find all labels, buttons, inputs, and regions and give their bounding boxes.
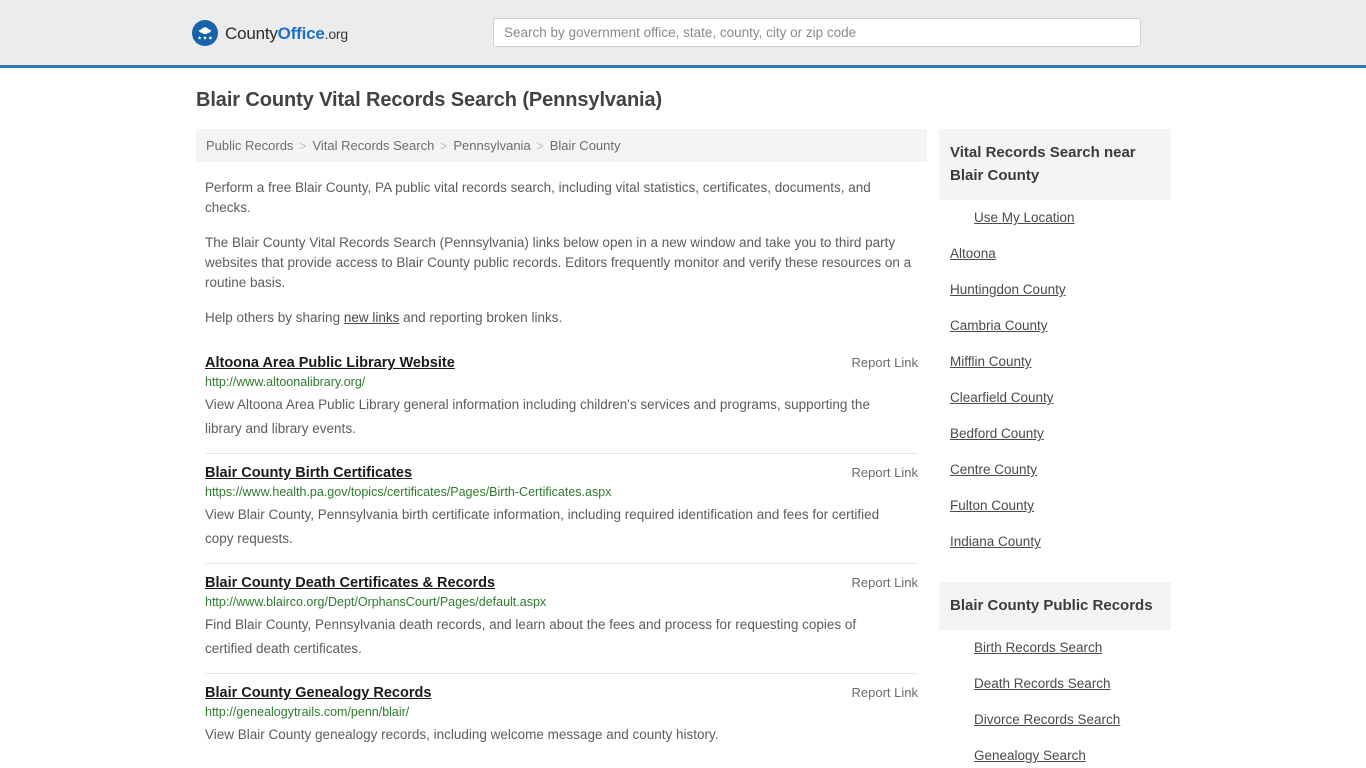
report-link-button[interactable]: Report Link	[832, 355, 918, 370]
intro-paragraph-3: Help others by sharing new links and rep…	[205, 308, 918, 328]
result-url[interactable]: http://www.blairco.org/Dept/OrphansCourt…	[205, 594, 918, 611]
breadcrumb-item-blair-county[interactable]: Blair County	[550, 138, 621, 153]
sidebar-item-mifflin-county[interactable]: Mifflin County	[939, 344, 1171, 380]
list-item: Death Records Search	[939, 666, 1171, 702]
site-header: CountyOffice.org	[0, 0, 1366, 68]
list-item: Divorce Records Search	[939, 702, 1171, 738]
list-item: Centre County	[939, 452, 1171, 488]
sidebar-item-bedford-county[interactable]: Bedford County	[939, 416, 1171, 452]
breadcrumb-separator: >	[536, 138, 544, 153]
table-row: Blair County Genealogy Records Report Li…	[205, 673, 918, 759]
list-item: Birth Records Search	[939, 630, 1171, 666]
list-item: Genealogy Search	[939, 738, 1171, 768]
result-description: View Blair County, Pennsylvania birth ce…	[205, 507, 880, 546]
breadcrumb-item-public-records[interactable]: Public Records	[206, 138, 293, 153]
main-column: Public Records > Vital Records Search > …	[196, 129, 927, 759]
sidebar-item-divorce-records-search[interactable]: Divorce Records Search	[939, 702, 1171, 738]
sidebar: Vital Records Search near Blair County U…	[939, 129, 1171, 768]
result-title-link[interactable]: Blair County Genealogy Records	[205, 685, 431, 701]
report-link-button[interactable]: Report Link	[832, 685, 918, 700]
intro-p3-after: and reporting broken links.	[399, 310, 563, 325]
table-row: Altoona Area Public Library Website Repo…	[205, 345, 918, 453]
results-list: Altoona Area Public Library Website Repo…	[196, 345, 927, 759]
sidebar-item-fulton-county[interactable]: Fulton County	[939, 488, 1171, 524]
result-header: Blair County Genealogy Records Report Li…	[205, 685, 918, 701]
sidebar-item-indiana-county[interactable]: Indiana County	[939, 524, 1171, 560]
table-row: Blair County Death Certificates & Record…	[205, 563, 918, 673]
list-item: Indiana County	[939, 524, 1171, 560]
breadcrumb: Public Records > Vital Records Search > …	[196, 129, 927, 162]
sidebar-block-public-records: Blair County Public Records Birth Record…	[939, 582, 1171, 768]
sidebar-item-death-records-search[interactable]: Death Records Search	[939, 666, 1171, 702]
result-url[interactable]: http://genealogytrails.com/penn/blair/	[205, 704, 918, 721]
eagle-stars-badge-icon	[192, 20, 218, 46]
table-row: Blair County Birth Certificates Report L…	[205, 453, 918, 563]
result-header: Blair County Birth Certificates Report L…	[205, 465, 918, 481]
logo-text-county: County	[225, 23, 278, 43]
sidebar-item-clearfield-county[interactable]: Clearfield County	[939, 380, 1171, 416]
breadcrumb-item-pennsylvania[interactable]: Pennsylvania	[453, 138, 530, 153]
sidebar-item-genealogy-search[interactable]: Genealogy Search	[939, 738, 1171, 768]
site-logo[interactable]: CountyOffice.org	[192, 20, 348, 46]
logo-text-office: Office	[277, 23, 325, 43]
intro-text: Perform a free Blair County, PA public v…	[196, 178, 927, 328]
list-item: Cambria County	[939, 308, 1171, 344]
result-header: Altoona Area Public Library Website Repo…	[205, 355, 918, 371]
breadcrumb-item-vital-records-search[interactable]: Vital Records Search	[312, 138, 434, 153]
result-url[interactable]: http://www.altoonalibrary.org/	[205, 374, 918, 391]
sidebar-item-birth-records-search[interactable]: Birth Records Search	[939, 630, 1171, 666]
list-item: Altoona	[939, 236, 1171, 272]
sidebar-heading-nearby: Vital Records Search near Blair County	[939, 129, 1171, 200]
new-links-link[interactable]: new links	[344, 310, 400, 325]
result-title-link[interactable]: Altoona Area Public Library Website	[205, 355, 455, 371]
intro-paragraph-1: Perform a free Blair County, PA public v…	[205, 180, 871, 215]
logo-text-org: .org	[324, 25, 349, 42]
list-item: Mifflin County	[939, 344, 1171, 380]
breadcrumb-separator: >	[299, 138, 307, 153]
sidebar-block-nearby: Vital Records Search near Blair County U…	[939, 129, 1171, 560]
list-item: Use My Location	[939, 200, 1171, 236]
search-input[interactable]	[493, 18, 1141, 47]
list-item: Fulton County	[939, 488, 1171, 524]
content-columns: Public Records > Vital Records Search > …	[196, 129, 1366, 768]
list-item: Bedford County	[939, 416, 1171, 452]
sidebar-public-records-list: Birth Records Search Death Records Searc…	[939, 630, 1171, 768]
sidebar-item-altoona[interactable]: Altoona	[939, 236, 1171, 272]
result-title-link[interactable]: Blair County Birth Certificates	[205, 465, 412, 481]
sidebar-item-cambria-county[interactable]: Cambria County	[939, 308, 1171, 344]
report-link-button[interactable]: Report Link	[832, 575, 918, 590]
page-title: Blair County Vital Records Search (Penns…	[196, 89, 663, 111]
sidebar-item-centre-county[interactable]: Centre County	[939, 452, 1171, 488]
result-url[interactable]: https://www.health.pa.gov/topics/certifi…	[205, 484, 918, 501]
intro-p3-before: Help others by sharing	[205, 310, 344, 325]
page-body: Blair County Vital Records Search (Penns…	[0, 68, 1366, 768]
result-header: Blair County Death Certificates & Record…	[205, 575, 918, 591]
result-description: View Blair County genealogy records, inc…	[205, 727, 719, 742]
result-description: View Altoona Area Public Library general…	[205, 397, 870, 436]
report-link-button[interactable]: Report Link	[832, 465, 918, 480]
logo-wordmark: CountyOffice.org	[225, 25, 348, 42]
list-item: Huntingdon County	[939, 272, 1171, 308]
result-title-link[interactable]: Blair County Death Certificates & Record…	[205, 575, 495, 591]
list-item: Clearfield County	[939, 380, 1171, 416]
intro-paragraph-2: The Blair County Vital Records Search (P…	[205, 235, 912, 290]
sidebar-nearby-list: Use My Location Altoona Huntingdon Count…	[939, 200, 1171, 560]
breadcrumb-separator: >	[440, 138, 448, 153]
result-description: Find Blair County, Pennsylvania death re…	[205, 617, 857, 656]
sidebar-item-huntingdon-county[interactable]: Huntingdon County	[939, 272, 1171, 308]
sidebar-item-use-my-location[interactable]: Use My Location	[939, 200, 1171, 236]
sidebar-heading-public-records: Blair County Public Records	[939, 582, 1171, 630]
